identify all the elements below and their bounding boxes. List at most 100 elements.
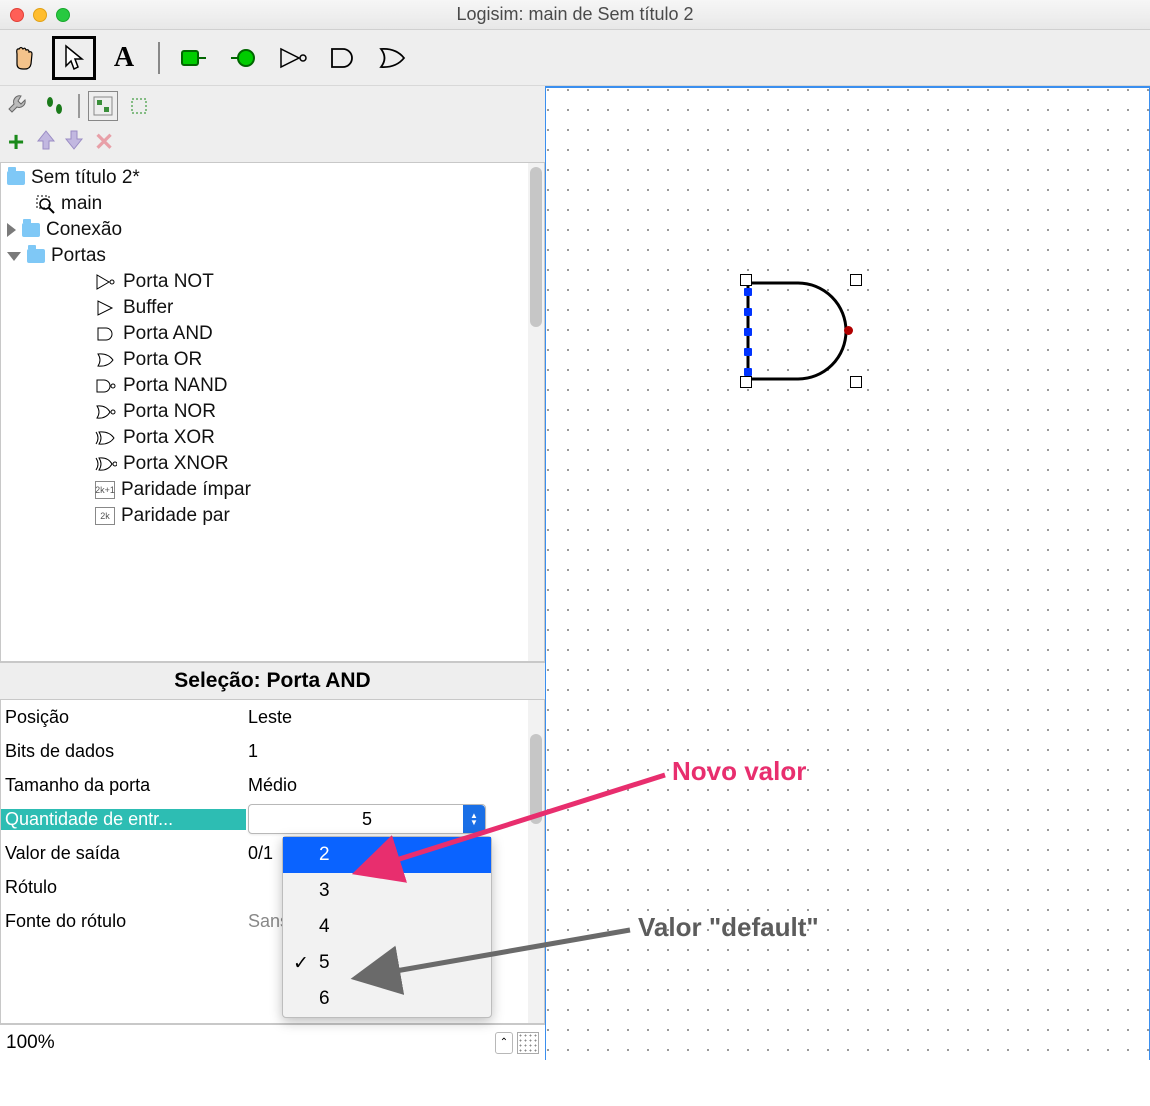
check-icon: ✓ xyxy=(293,952,309,975)
select-tool[interactable] xyxy=(52,36,96,80)
selection-handle[interactable] xyxy=(740,274,752,286)
opt-label: 4 xyxy=(319,916,330,938)
opt-label: 2 xyxy=(319,844,330,866)
prop-value[interactable]: Leste xyxy=(246,707,528,728)
tree-main[interactable]: main xyxy=(7,191,528,217)
or-icon xyxy=(95,351,117,369)
tree-scrollbar[interactable] xyxy=(528,163,544,661)
dropdown-option-4[interactable]: 4 xyxy=(283,909,491,945)
and-gate-tool[interactable] xyxy=(322,36,366,80)
selection-handle[interactable] xyxy=(850,274,862,286)
prop-name: Tamanho da porta xyxy=(1,775,246,796)
prop-row-position[interactable]: Posição Leste xyxy=(1,700,528,734)
tree-label: Sem título 2* xyxy=(31,167,140,189)
tree-label: Conexão xyxy=(46,219,122,241)
parity-even-icon: 2k xyxy=(95,507,115,525)
chevron-down-icon xyxy=(7,252,21,261)
dropdown-option-5[interactable]: ✓ 5 xyxy=(283,945,491,981)
tree-item-buffer[interactable]: Buffer xyxy=(7,295,528,321)
tree-label: Porta NOT xyxy=(123,271,214,293)
prop-scrollbar[interactable] xyxy=(528,700,544,1023)
tree-item-nor[interactable]: Porta NOR xyxy=(7,399,528,425)
annotation-novo-valor: Novo valor xyxy=(672,756,806,787)
inputs-dropdown[interactable]: 2 3 4 ✓ 5 6 xyxy=(282,836,492,1018)
nand-icon xyxy=(95,377,117,395)
tree-item-parity-even[interactable]: 2k Paridade par xyxy=(7,503,528,529)
tree-label: Porta XOR xyxy=(123,427,215,449)
prop-row-inputs[interactable]: Quantidade de entr... 5 ▲▼ xyxy=(1,802,528,836)
selection-handle[interactable] xyxy=(740,376,752,388)
scrollbar-thumb[interactable] xyxy=(530,167,542,327)
tree-project[interactable]: Sem título 2* xyxy=(7,165,528,191)
tree-group-conexao[interactable]: Conexão xyxy=(7,217,528,243)
not-icon xyxy=(95,273,117,291)
selection-handle[interactable] xyxy=(850,376,862,388)
tree-toolbar: + ✕ xyxy=(0,126,545,162)
zoom-stepper[interactable]: ⌃ xyxy=(495,1032,513,1054)
chevron-right-icon xyxy=(7,223,16,237)
wrench-icon[interactable] xyxy=(4,91,34,121)
left-panel: + ✕ Sem título 2* main xyxy=(0,86,545,1060)
tree-item-xnor[interactable]: Porta XNOR xyxy=(7,451,528,477)
and-icon xyxy=(95,325,117,343)
dropdown-option-6[interactable]: 6 xyxy=(283,981,491,1017)
tree-item-xor[interactable]: Porta XOR xyxy=(7,425,528,451)
project-toolbar xyxy=(0,86,545,126)
hand-tool[interactable] xyxy=(2,36,46,80)
prop-row-bits[interactable]: Bits de dados 1 xyxy=(1,734,528,768)
or-gate-tool[interactable] xyxy=(372,36,416,80)
input-pin[interactable] xyxy=(744,308,752,316)
parity-odd-icon: 2k+1 xyxy=(95,481,115,499)
input-pin[interactable] xyxy=(744,288,752,296)
appearance-view-icon[interactable] xyxy=(124,91,154,121)
output-pin[interactable] xyxy=(844,326,853,335)
down-icon[interactable] xyxy=(64,129,84,156)
input-pin[interactable] xyxy=(744,348,752,356)
canvas-and-gate[interactable] xyxy=(728,268,878,398)
dropdown-option-3[interactable]: 3 xyxy=(283,873,491,909)
xnor-icon xyxy=(95,455,117,473)
layout-view-icon[interactable] xyxy=(88,91,118,121)
opt-label: 6 xyxy=(319,988,330,1010)
prop-value[interactable]: 1 xyxy=(246,741,528,762)
zoom-bar: 100% ⌃ xyxy=(0,1024,545,1060)
combo-arrows-icon[interactable]: ▲▼ xyxy=(463,805,485,833)
tree-item-parity-odd[interactable]: 2k+1 Paridade ímpar xyxy=(7,477,528,503)
annotation-default: Valor "default" xyxy=(638,912,819,943)
footprints-icon[interactable] xyxy=(40,91,70,121)
circuit-canvas[interactable] xyxy=(545,86,1150,1060)
output-pin-tool[interactable] xyxy=(222,36,266,80)
scrollbar-thumb[interactable] xyxy=(530,734,542,824)
grid-toggle-icon[interactable] xyxy=(517,1032,539,1054)
tree-item-or[interactable]: Porta OR xyxy=(7,347,528,373)
tree-group-portas[interactable]: Portas xyxy=(7,243,528,269)
delete-icon[interactable]: ✕ xyxy=(92,128,116,157)
prop-name: Bits de dados xyxy=(1,741,246,762)
input-pin[interactable] xyxy=(744,368,752,376)
folder-icon xyxy=(22,223,40,237)
tree-item-and[interactable]: Porta AND xyxy=(7,321,528,347)
prop-name: Valor de saída xyxy=(1,843,246,864)
tree-label: main xyxy=(61,193,102,215)
input-pin-tool[interactable] xyxy=(172,36,216,80)
dropdown-option-2[interactable]: 2 xyxy=(283,837,491,873)
separator xyxy=(78,94,80,118)
buffer-icon xyxy=(95,299,117,317)
project-tree: Sem título 2* main Conexão Portas xyxy=(0,162,545,662)
input-pin[interactable] xyxy=(744,328,752,336)
opt-label: 5 xyxy=(319,952,330,974)
prop-value[interactable]: 5 ▲▼ xyxy=(246,804,528,834)
prop-value[interactable]: Médio xyxy=(246,775,528,796)
prop-name: Posição xyxy=(1,707,246,728)
text-tool[interactable]: A xyxy=(102,36,146,80)
prop-row-size[interactable]: Tamanho da porta Médio xyxy=(1,768,528,802)
inputs-combo[interactable]: 5 ▲▼ xyxy=(248,804,486,834)
tree-item-not[interactable]: Porta NOT xyxy=(7,269,528,295)
tree-item-nand[interactable]: Porta NAND xyxy=(7,373,528,399)
tree-label: Porta NAND xyxy=(123,375,228,397)
property-table: Posição Leste Bits de dados 1 Tamanho da… xyxy=(0,699,545,1024)
up-icon[interactable] xyxy=(36,129,56,156)
not-gate-tool[interactable] xyxy=(272,36,316,80)
add-icon[interactable]: + xyxy=(4,126,28,158)
window-title: Logisim: main de Sem título 2 xyxy=(0,4,1150,25)
